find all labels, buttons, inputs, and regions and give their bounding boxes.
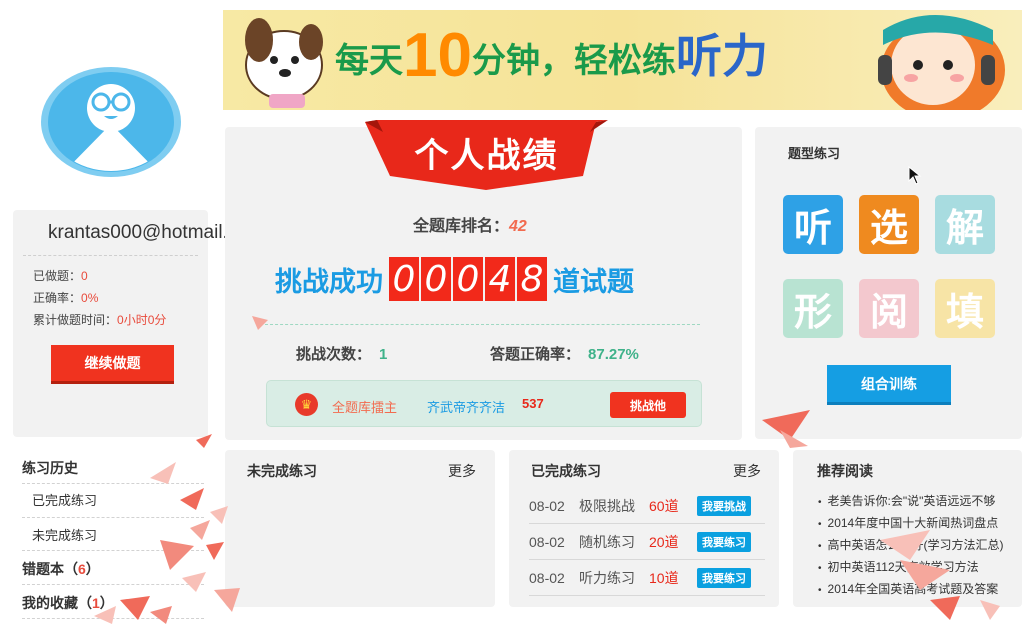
attempts-stat: 挑战次数： 1 [296,346,388,363]
mouse-cursor-icon [908,166,922,185]
record-title-wrap: 个人战绩 [365,120,608,190]
type-tile-fill[interactable]: 填 [935,279,995,338]
dog-mascot-icon [245,18,323,108]
divider [265,324,700,325]
recommended-list: 老美告诉你:会"说"英语远远不够 2014年度中国十大新闻热词盘点 高中英语怎么… [818,490,1004,600]
type-tile-explain[interactable]: 解 [935,195,995,254]
row-action-button[interactable]: 我要挑战 [697,496,751,516]
nav-favorites[interactable]: 我的收藏（1） [22,593,204,619]
avatar[interactable] [40,66,182,178]
counter-digit: 0 [421,257,451,301]
list-item[interactable]: 高中英语怎么学好(学习方法汇总) [818,534,1004,556]
table-row: 08-02 极限挑战 60道 我要挑战 [529,489,765,524]
list-item[interactable]: 2014年全国英语高考试题及答案 [818,578,1004,600]
type-tile-form[interactable]: 形 [783,279,843,338]
counter-digit: 0 [389,257,419,301]
top-banner[interactable]: 每天10分钟，轻松练听力 [223,10,1022,110]
nav-completed[interactable]: 已完成练习 [22,490,204,518]
nav-incomplete[interactable]: 未完成练习 [22,525,204,551]
list-item[interactable]: 2014年度中国十大新闻热词盘点 [818,512,1004,534]
type-tile-choose[interactable]: 选 [859,195,919,254]
banner-slogan: 每天10分钟，轻松练听力 [335,21,768,90]
row-action-button[interactable]: 我要练习 [697,532,751,552]
table-row: 08-02 随机练习 20道 我要练习 [529,525,765,560]
incomplete-title: 未完成练习 [247,463,317,479]
champion-bar: ♛ 全题库擂主 齐武帝齐齐洁 537 挑战他 [266,380,702,427]
row-date: 08-02 [529,498,565,514]
success-counter: 0 0 0 4 8 [389,257,547,301]
success-suffix: 道试题 [553,266,634,297]
row-date: 08-02 [529,570,565,586]
success-prefix: 挑战成功 [275,266,383,297]
stat-accuracy: 正确率：0% [33,291,99,305]
counter-digit: 8 [517,257,547,301]
stat-done: 已做题：0 [33,269,88,283]
champion-label: 全题库擂主 [332,400,398,415]
completed-more-link[interactable]: 更多 [733,461,761,481]
champion-name[interactable]: 齐武帝齐齐洁 [427,397,505,416]
girl-mascot-icon [878,15,1005,110]
continue-button[interactable]: 继续做题 [51,345,174,384]
row-action-button[interactable]: 我要练习 [697,568,751,588]
challenge-success-line: 挑战成功 0 0 0 4 8 道试题 [275,256,634,302]
counter-digit: 4 [485,257,515,301]
divider [23,255,198,256]
completed-title: 已完成练习 [531,463,601,479]
list-item[interactable]: 初中英语112天高效学习方法 [818,556,1004,578]
types-title: 题型练习 [788,146,841,161]
type-tile-listen[interactable]: 听 [783,195,843,254]
champion-score: 537 [522,396,544,411]
user-email: krantas000@hotmail.c [48,222,238,243]
row-name: 极限挑战 [579,498,635,514]
row-count: 10道 [649,570,679,586]
record-title: 个人战绩 [414,137,559,175]
user-info-panel: krantas000@hotmail.c 已做题：0 正确率：0% 累计做题时间… [13,210,237,437]
crown-icon: ♛ [295,393,318,416]
accuracy-stat: 答题正确率： 87.27% [490,346,639,363]
history-title: 练习历史 [22,458,204,484]
challenge-him-button[interactable]: 挑战他 [610,392,686,418]
nav-mistakes[interactable]: 错题本（6） [22,559,204,585]
counter-digit: 0 [453,257,483,301]
row-name: 随机练习 [579,534,635,550]
table-row: 08-02 听力练习 10道 我要练习 [529,561,765,596]
rank-line: 全题库排名：42 [413,218,527,235]
stat-time: 累计做题时间：0小时0分 [33,313,167,327]
row-count: 60道 [649,498,679,514]
recommended-title: 推荐阅读 [817,463,873,479]
row-count: 20道 [649,534,679,550]
list-item[interactable]: 老美告诉你:会"说"英语远远不够 [818,490,1004,512]
row-date: 08-02 [529,534,565,550]
type-tile-read[interactable]: 阅 [859,279,919,338]
incomplete-practice-panel: 未完成练习 更多 [225,450,495,607]
completed-practice-panel: 已完成练习 更多 08-02 极限挑战 60道 我要挑战 08-02 随机练习 … [509,450,779,607]
user-avatar-icon [41,67,181,177]
combo-training-button[interactable]: 组合训练 [827,365,951,405]
row-name: 听力练习 [579,570,635,586]
incomplete-more-link[interactable]: 更多 [448,461,476,481]
